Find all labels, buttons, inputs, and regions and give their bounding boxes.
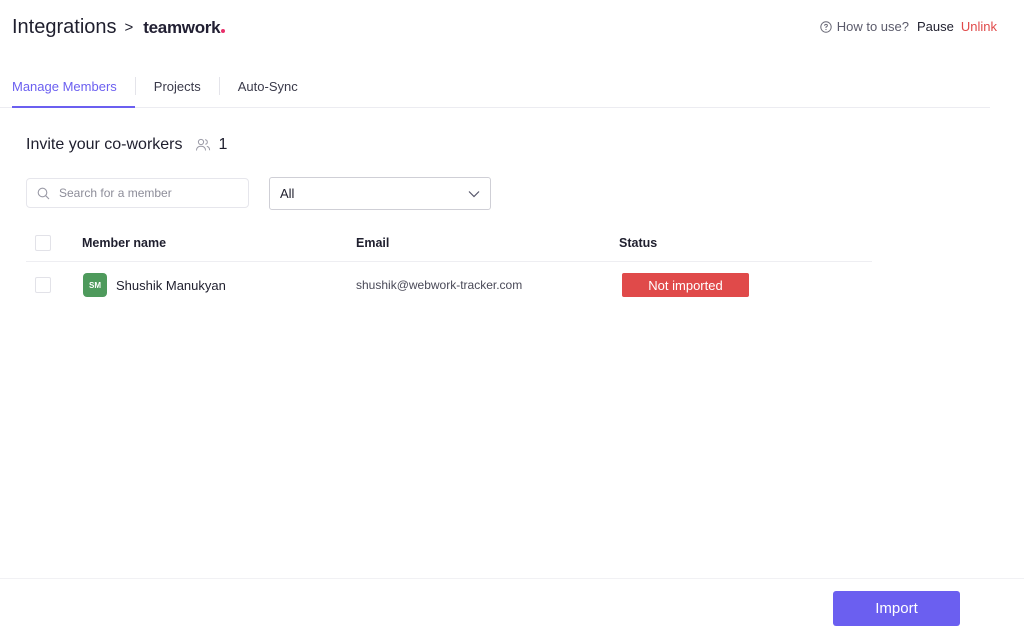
teamwork-logo: teamwork (143, 17, 226, 38)
page-header: Integrations > teamwork (12, 16, 226, 39)
brand-dot (221, 28, 226, 33)
question-icon (820, 20, 832, 33)
breadcrumb-integrations[interactable]: Integrations (12, 16, 117, 39)
column-status: Status (619, 235, 658, 250)
how-to-use-link[interactable]: How to use? (820, 19, 909, 34)
pause-button[interactable]: Pause (917, 19, 954, 34)
member-cell: SM Shushik Manukyan (83, 273, 226, 297)
row-checkbox[interactable] (35, 277, 51, 293)
member-search (26, 178, 249, 208)
table-row: SM Shushik Manukyan shushik@webwork-trac… (26, 262, 872, 308)
column-email: Email (356, 235, 390, 250)
tab-projects[interactable]: Projects (154, 72, 219, 107)
footer-bar: Import (0, 578, 1024, 635)
section-header: Invite your co-workers 1 (26, 136, 227, 154)
unlink-button[interactable]: Unlink (961, 19, 997, 34)
section-title: Invite your co-workers (26, 136, 183, 153)
tab-manage-members[interactable]: Manage Members (12, 72, 135, 108)
member-email: shushik@webwork-tracker.com (356, 278, 523, 292)
tab-divider (218, 77, 220, 95)
status-filter-value: All (280, 186, 295, 201)
brand-name: teamwork (143, 17, 221, 37)
select-all-checkbox[interactable] (35, 234, 51, 251)
tab-bar: Manage Members Projects Auto-Sync (0, 72, 990, 108)
header-actions: How to use? Pause Unlink (820, 19, 997, 34)
status-filter-select[interactable]: All (269, 177, 491, 210)
how-to-use-label: How to use? (836, 19, 909, 34)
search-input[interactable] (59, 186, 239, 200)
member-count: 1 (218, 136, 228, 153)
member-name: Shushik Manukyan (116, 277, 226, 293)
search-icon (37, 187, 50, 199)
users-icon (195, 138, 210, 151)
tab-auto-sync[interactable]: Auto-Sync (238, 72, 298, 107)
members-table: Member name Email Status SM Shushik Manu… (26, 224, 872, 308)
table-header: Member name Email Status (26, 224, 872, 262)
status-badge: Not imported (622, 273, 749, 297)
column-member-name: Member name (82, 235, 167, 250)
tab-divider (134, 77, 136, 95)
chevron-down-icon (468, 190, 480, 197)
breadcrumb-separator: > (124, 19, 134, 36)
import-button[interactable]: Import (833, 591, 960, 626)
avatar: SM (83, 273, 107, 297)
